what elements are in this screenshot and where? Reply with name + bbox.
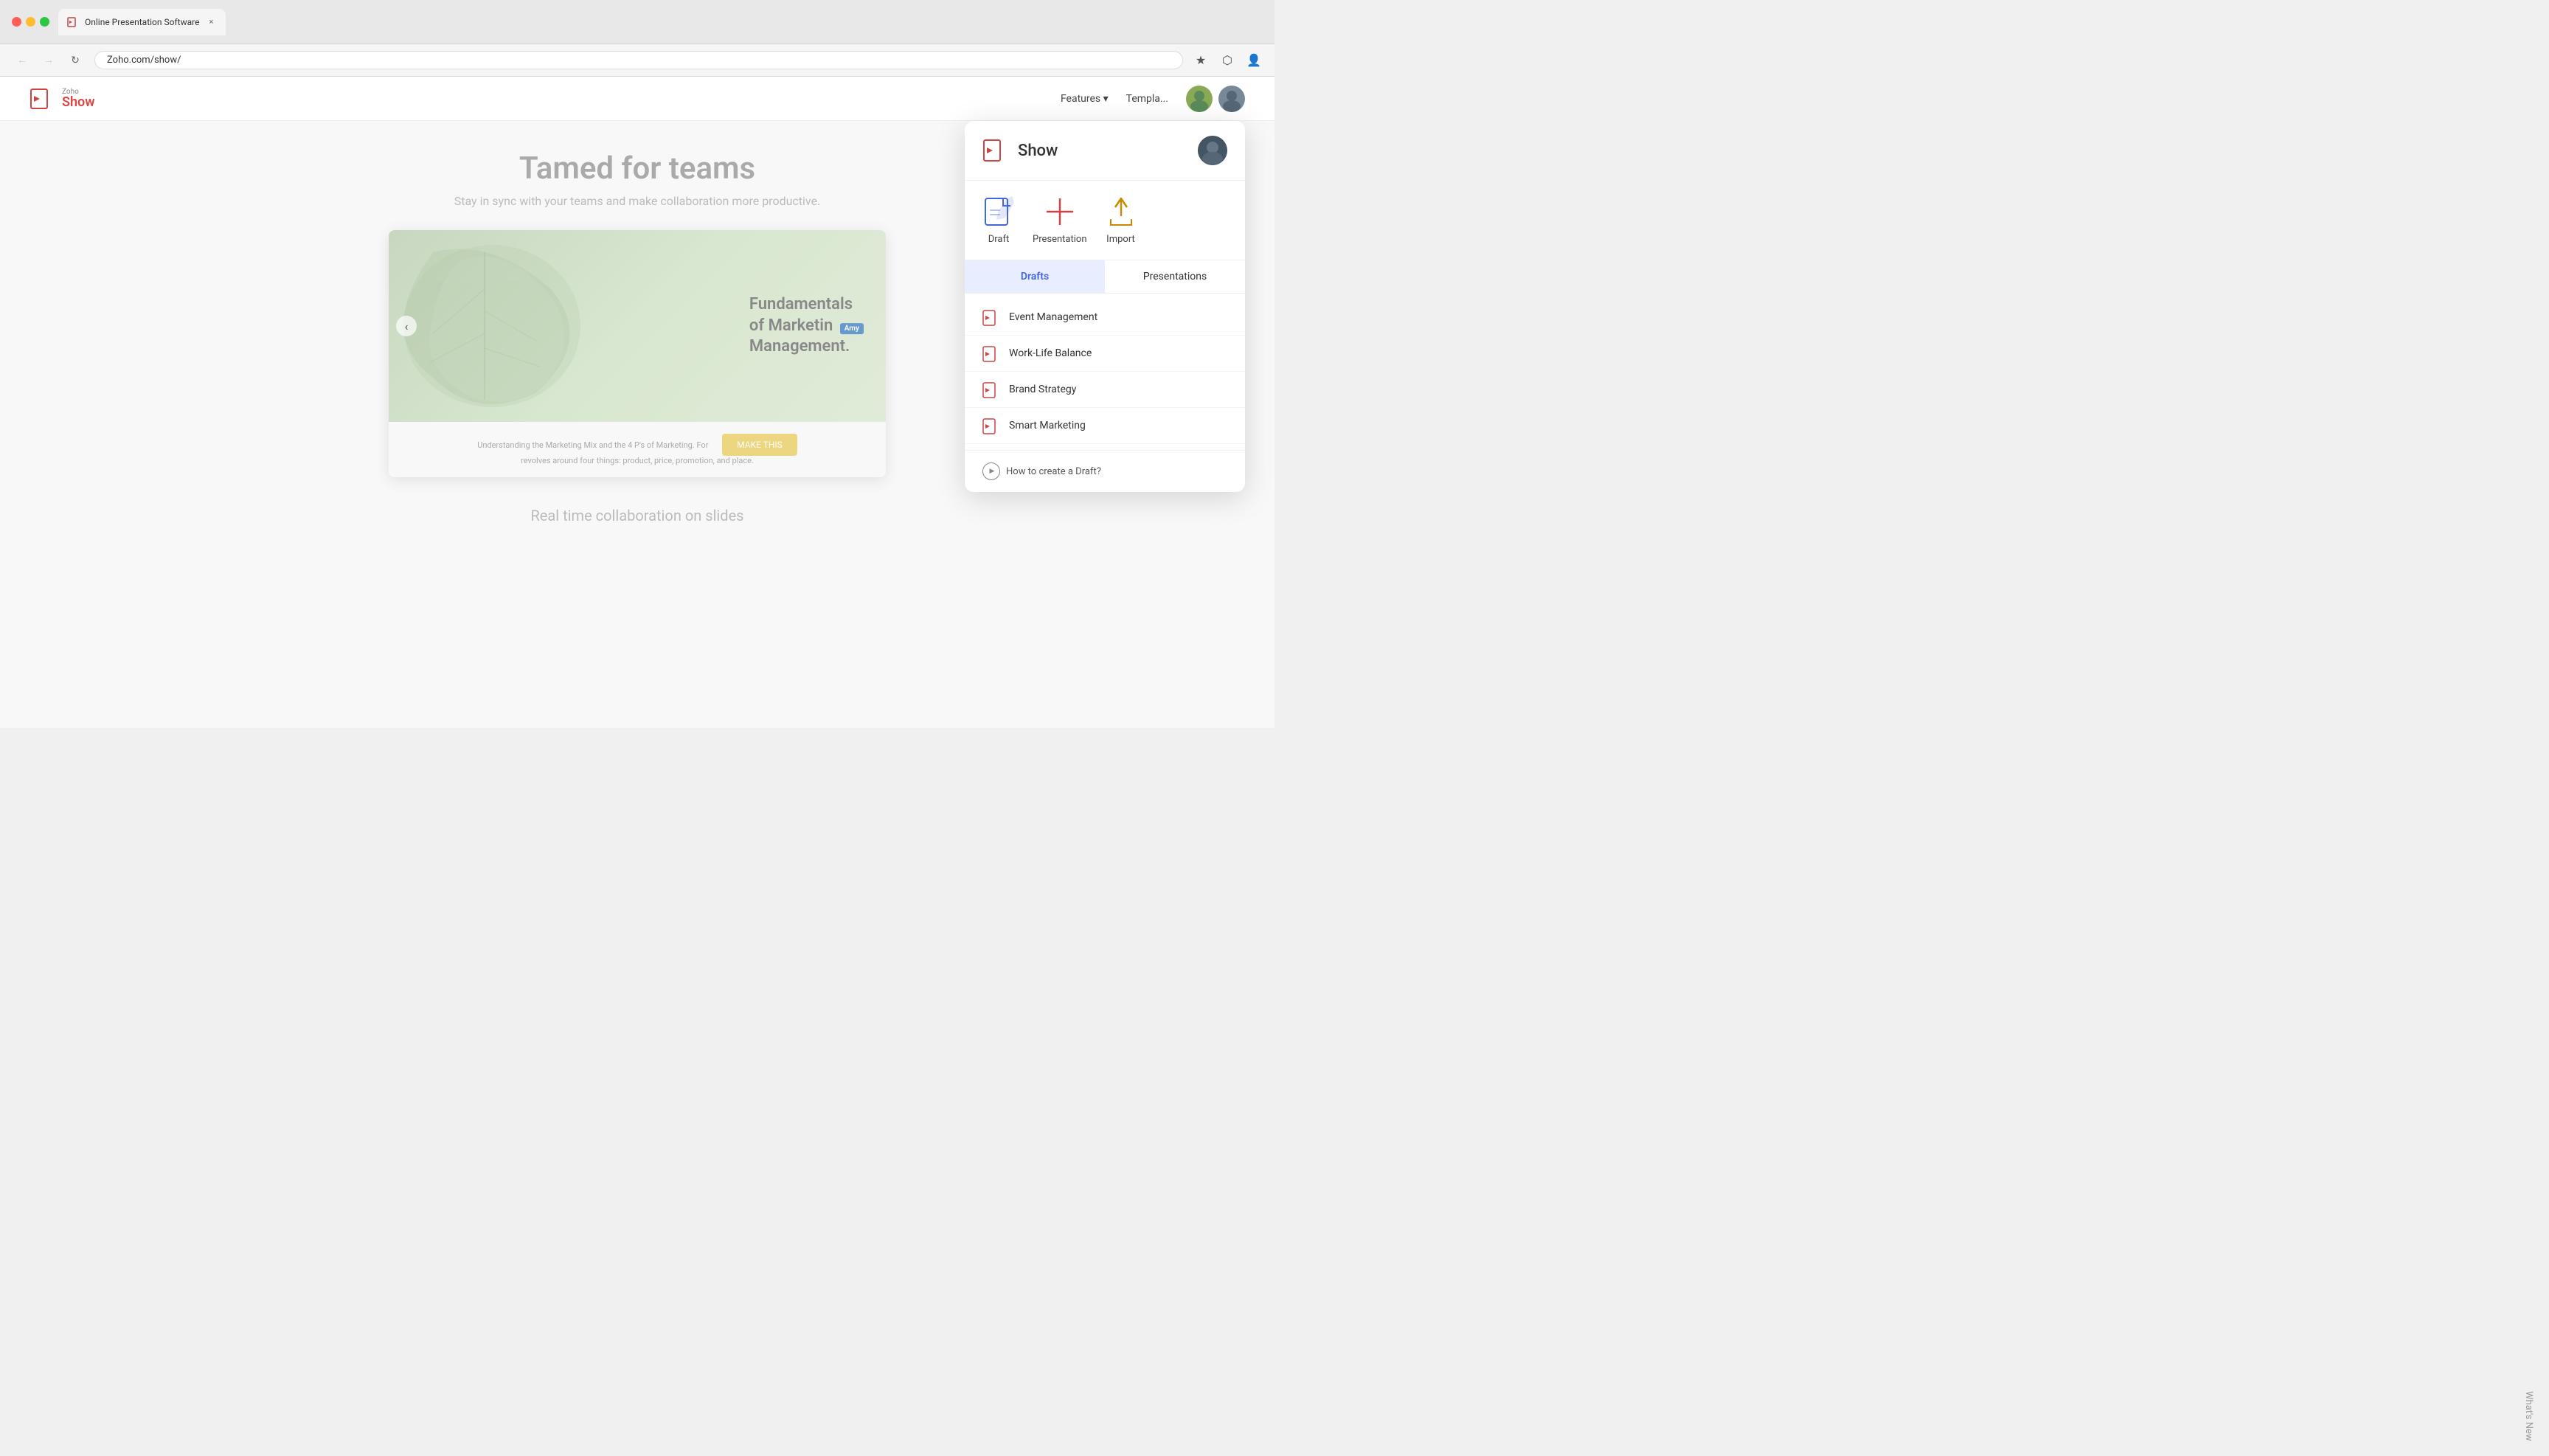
browser-chrome: Online Presentation Software × bbox=[0, 0, 1274, 44]
list-item-work-life-balance[interactable]: Work-Life Balance bbox=[965, 336, 1245, 372]
nav-buttons: ← → ↻ bbox=[12, 50, 86, 71]
list-items: Event Management Work-Life Balance bbox=[965, 294, 1245, 450]
import-icon bbox=[1105, 195, 1137, 228]
draft-action-button[interactable]: Draft bbox=[982, 195, 1015, 245]
tab-drafts[interactable]: Drafts bbox=[965, 260, 1105, 293]
slide-heading-line3: Management. bbox=[749, 336, 864, 358]
nav-bar: ← → ↻ Zoho.com/show/ ★ ⬡ 👤 bbox=[0, 44, 1274, 77]
refresh-button[interactable]: ↻ bbox=[65, 50, 86, 71]
nav-item-features[interactable]: Features ▾ bbox=[1061, 93, 1109, 105]
draft-icon bbox=[982, 195, 1015, 228]
import-action-button[interactable]: Import bbox=[1105, 195, 1137, 245]
list-item-label-work-life-balance: Work-Life Balance bbox=[1009, 347, 1092, 359]
logo-icon bbox=[30, 86, 56, 112]
slide-heading-line1: Fundamentals bbox=[749, 294, 864, 316]
slide-prev-button[interactable]: ‹ bbox=[396, 316, 417, 336]
address-bar[interactable]: Zoho.com/show/ bbox=[94, 51, 1183, 69]
logo-show: Show bbox=[62, 96, 95, 109]
browser-tab[interactable]: Online Presentation Software × bbox=[58, 9, 226, 35]
extensions-icon[interactable]: ⬡ bbox=[1218, 52, 1236, 69]
panel-user-avatar[interactable] bbox=[1198, 136, 1227, 165]
panel-title: Show bbox=[1018, 142, 1058, 160]
bottom-text: Real time collaboration on slides bbox=[0, 507, 1274, 524]
list-item-label-event-management: Event Management bbox=[1009, 311, 1097, 323]
presentation-icon bbox=[1044, 195, 1076, 228]
traffic-lights bbox=[12, 17, 49, 27]
dropdown-panel: Show bbox=[965, 121, 1245, 492]
list-item-brand-strategy[interactable]: Brand Strategy bbox=[965, 372, 1245, 408]
slide-cta-button[interactable]: MAKE THIS bbox=[722, 434, 797, 456]
site-header: Zoho Show Features ▾ Templa... bbox=[0, 77, 1274, 121]
list-item-event-management[interactable]: Event Management bbox=[965, 299, 1245, 336]
panel-footer[interactable]: ▶ How to create a Draft? bbox=[965, 450, 1245, 492]
header-nav: Features ▾ Templa... bbox=[1061, 86, 1245, 112]
amy-badge: Amy bbox=[840, 323, 864, 334]
tab-favicon bbox=[67, 16, 79, 28]
back-button[interactable]: ← bbox=[12, 50, 32, 71]
import-label: Import bbox=[1106, 234, 1135, 245]
list-item-icon-brand-strategy bbox=[982, 381, 1000, 398]
tabs-row: Drafts Presentations bbox=[965, 260, 1245, 294]
footer-play-icon: ▶ bbox=[982, 462, 1000, 480]
panel-actions: Draft Presentation bbox=[965, 181, 1245, 260]
presentation-label: Presentation bbox=[1033, 234, 1087, 245]
forward-button[interactable]: → bbox=[38, 50, 59, 71]
draft-label: Draft bbox=[988, 234, 1010, 245]
tab-close-button[interactable]: × bbox=[205, 16, 217, 28]
list-item-icon-smart-marketing bbox=[982, 417, 1000, 434]
list-item-label-smart-marketing: Smart Marketing bbox=[1009, 420, 1086, 431]
footer-help-text: How to create a Draft? bbox=[1006, 466, 1101, 477]
slide-background: ‹ Fundamentals of Marketin Amy Managemen… bbox=[389, 230, 886, 422]
list-item-smart-marketing[interactable]: Smart Marketing bbox=[965, 408, 1245, 444]
list-item-label-brand-strategy: Brand Strategy bbox=[1009, 384, 1076, 395]
slide-description: Understanding the Marketing Mix and the … bbox=[389, 422, 886, 477]
logo-text: Zoho Show bbox=[62, 89, 95, 109]
user-avatar-2[interactable] bbox=[1218, 86, 1245, 112]
leaf-illustration bbox=[389, 230, 595, 422]
bookmark-icon[interactable]: ★ bbox=[1192, 52, 1210, 69]
presentation-action-button[interactable]: Presentation bbox=[1033, 195, 1087, 245]
slide-heading-line2: of Marketin Amy bbox=[749, 316, 864, 337]
tab-title: Online Presentation Software bbox=[85, 17, 199, 27]
traffic-light-green[interactable] bbox=[40, 17, 49, 27]
slide-area: ‹ Fundamentals of Marketin Amy Managemen… bbox=[389, 230, 886, 477]
header-avatars bbox=[1186, 86, 1245, 112]
zoho-logo[interactable]: Zoho Show bbox=[30, 86, 95, 112]
panel-logo-icon bbox=[982, 137, 1009, 164]
list-item-icon-work-life-balance bbox=[982, 344, 1000, 362]
profile-icon[interactable]: 👤 bbox=[1245, 52, 1263, 69]
slide-container: ‹ Fundamentals of Marketin Amy Managemen… bbox=[223, 230, 1051, 477]
slide-text-area: Fundamentals of Marketin Amy Management. bbox=[749, 294, 864, 358]
tab-presentations[interactable]: Presentations bbox=[1105, 260, 1245, 293]
traffic-light-red[interactable] bbox=[12, 17, 21, 27]
nav-icons: ★ ⬡ 👤 bbox=[1192, 52, 1263, 69]
tab-bar: Online Presentation Software × bbox=[58, 9, 1263, 35]
panel-header: Show bbox=[965, 121, 1245, 181]
list-item-icon-event-management bbox=[982, 308, 1000, 326]
website-content: Zoho Show Features ▾ Templa... bbox=[0, 77, 1274, 728]
traffic-light-yellow[interactable] bbox=[26, 17, 35, 27]
nav-item-templates[interactable]: Templa... bbox=[1126, 93, 1168, 105]
user-avatar-1[interactable] bbox=[1186, 86, 1213, 112]
